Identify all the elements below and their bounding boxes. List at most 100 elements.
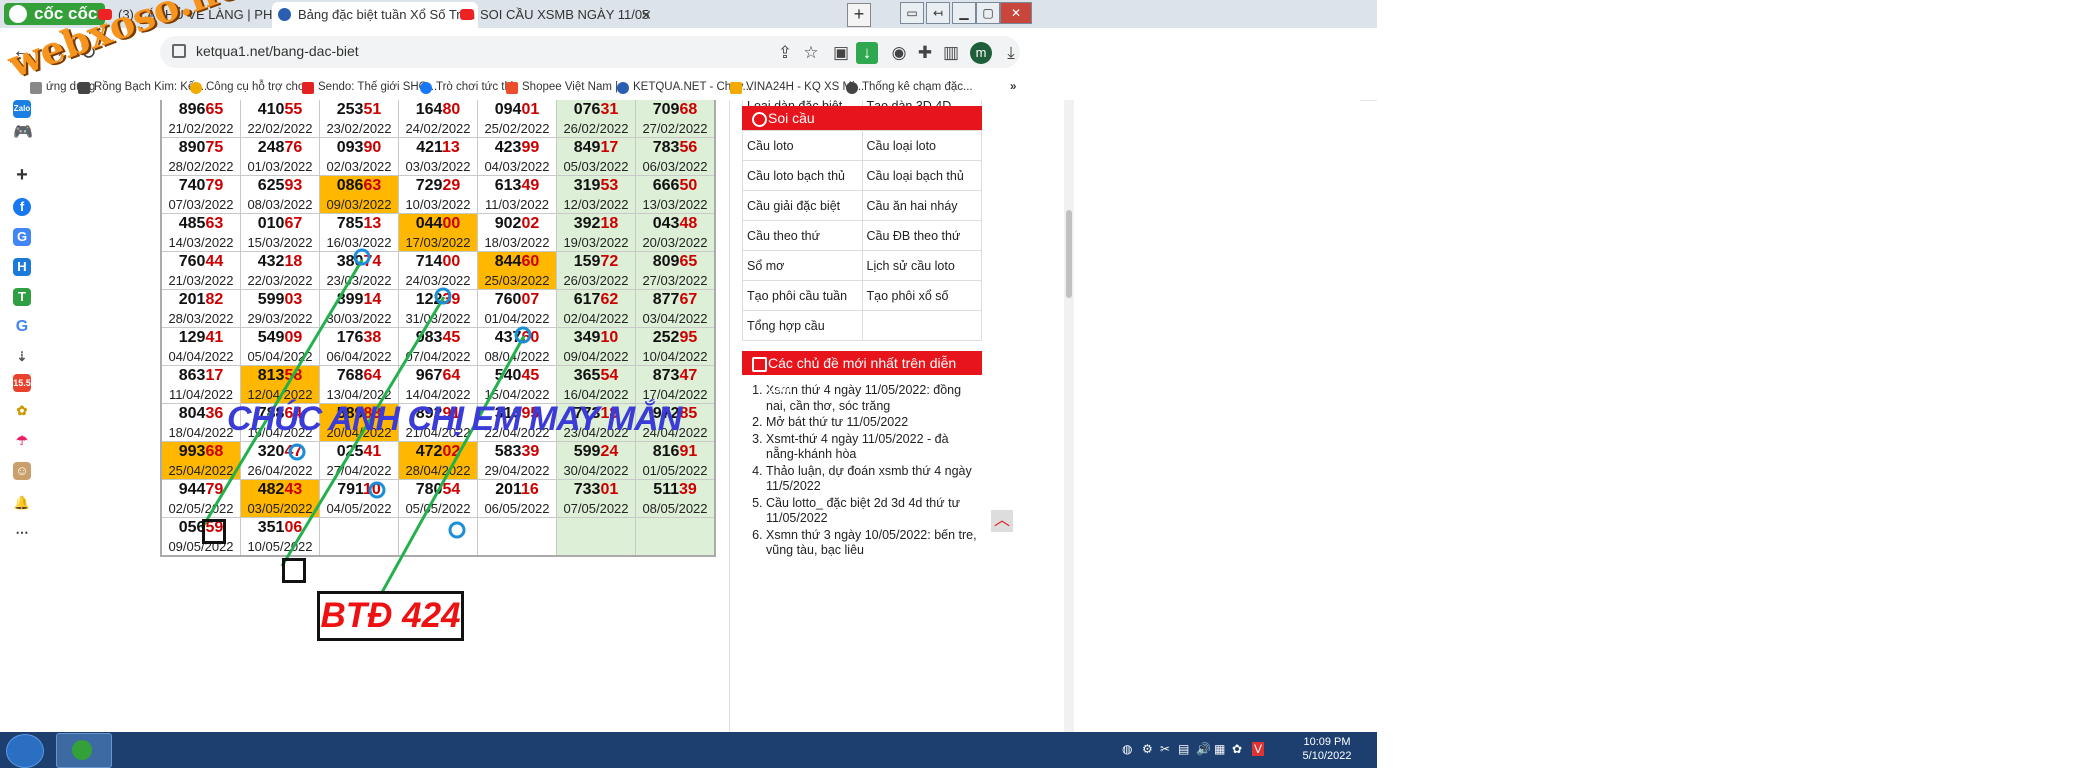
download-green-icon[interactable]: ↓ [856, 42, 878, 64]
google-icon[interactable]: G [13, 318, 31, 336]
maximize-button[interactable]: ▢ [976, 2, 1000, 24]
google-translate-icon[interactable]: G [13, 228, 31, 246]
lock-icon [172, 44, 186, 58]
bookmark-item[interactable]: Shopee Việt Nam |... [506, 81, 628, 94]
soi-cau-link[interactable]: Cầu theo thứ [742, 220, 863, 251]
page-scrollbar[interactable] [1064, 100, 1074, 732]
ketqua-net-icon [617, 82, 629, 94]
coccoc-taskbar-icon [72, 740, 92, 760]
forum-topic-link[interactable]: Xsmn thứ 3 ngày 10/05/2022: bến tre, vũn… [766, 528, 982, 559]
soi-cau-link[interactable]: Tổng hợp cầu [742, 310, 863, 341]
lotus-icon[interactable]: ✿ [13, 402, 31, 420]
forum-topic-link[interactable]: Cầu lotto_ đặc biệt 2d 3d 4d thứ tư 11/0… [766, 496, 982, 527]
taskbar-coccoc-app[interactable] [56, 733, 112, 768]
prediction-text: BTĐ 424 [320, 596, 461, 635]
bookmark-item[interactable]: Công cụ hỗ trợ cho... [190, 81, 314, 94]
coccoc-support-icon [190, 82, 202, 94]
tab-title: SOI CẦU XSMB NGÀY 11/05 [480, 7, 650, 22]
facebook-icon [420, 82, 432, 94]
forum-topic-link[interactable]: Mở bát thứ tư 11/05/2022 [766, 415, 982, 431]
back-to-top-button[interactable]: ︿ [991, 510, 1013, 532]
soi-cau-link[interactable]: Cầu giải đặc biệt [742, 190, 863, 221]
soi-cau-link[interactable]: Tạo phôi xổ số [861, 280, 982, 311]
tab-bang-dac-biet[interactable]: Bảng đặc biệt tuần Xổ Số Trun ✕ [272, 2, 478, 28]
tray-app-icon[interactable]: ⚙ [1142, 742, 1153, 756]
bookmark-item[interactable]: Trò chơi tức thì [420, 81, 514, 94]
zalo-icon[interactable]: Zalo [13, 100, 31, 118]
network-icon[interactable]: ◍ [1122, 742, 1132, 756]
bookmark-item[interactable]: Rồng Bạch Kim: Kết... [78, 81, 207, 94]
tab-title: Bảng đặc biệt tuần Xổ Số Trun [298, 7, 476, 22]
soi-cau-link[interactable]: Cầu loto bạch thủ [742, 160, 863, 191]
t-app-icon[interactable]: T [13, 288, 31, 306]
bookmark-item[interactable]: VINA24H - KQ XS Mi... [730, 81, 864, 94]
apps-icon [30, 82, 42, 94]
scrollbar-thumb[interactable] [1066, 210, 1072, 298]
soi-cau-header: Soi cầu [742, 106, 982, 130]
share-icon[interactable]: ⇪ [774, 42, 796, 64]
clock-date: 5/10/2022 [1302, 750, 1352, 762]
h-app-icon[interactable]: H [13, 258, 31, 276]
windows-start-button[interactable] [6, 734, 44, 768]
browser-side-panel: Zalo 🎮 + f G H T G ⇣ 15.5 ✿ ☂ ☺ 🔔 ⋯ [0, 100, 43, 732]
tray-monitor-icon[interactable]: ▤ [1178, 742, 1189, 756]
tray-network-icon[interactable]: ▦ [1214, 742, 1225, 756]
green-bridge-line [378, 335, 526, 597]
close-window-button[interactable]: ✕ [1000, 2, 1032, 24]
clock-time: 10:09 PM [1303, 736, 1351, 748]
bookmark-item[interactable]: Sendo: Thế giới SHO... [302, 81, 437, 94]
add-app-icon[interactable]: + [13, 165, 31, 185]
puzzle-extension-icon[interactable]: ✚ [914, 42, 936, 64]
forum-topic-link[interactable]: Xsmt-thứ 4 ngày 11/05/2022 - đà nẵng-khá… [766, 432, 982, 463]
more-options-icon[interactable]: ⋯ [13, 524, 31, 542]
thongke-icon [846, 82, 858, 94]
game-controller-icon[interactable]: 🎮 [13, 124, 33, 142]
bookmark-star-icon[interactable]: ☆ [800, 42, 822, 64]
facebook-side-icon[interactable]: f [13, 198, 31, 216]
download-side-icon[interactable]: ⇣ [13, 348, 31, 366]
notification-bell-icon[interactable]: 🔔 [13, 494, 31, 512]
bookmark-item[interactable]: Thống kê chạm đặc... [846, 81, 973, 94]
soi-cau-link[interactable]: Cầu ĐB theo thứ [861, 220, 982, 251]
forum-topic-link[interactable]: Xsmn thứ 4 ngày 11/05/2022: đồng nai, cầ… [766, 383, 982, 414]
profile-avatar[interactable]: m [970, 42, 992, 64]
screenshot-tool-button[interactable]: ▭ [900, 2, 924, 24]
tray-tools-icon[interactable]: ✂ [1160, 742, 1170, 756]
tray-v-icon[interactable]: V [1252, 742, 1264, 756]
extension-counter-icon[interactable]: ▣ [830, 42, 852, 64]
soi-cau-link[interactable]: Tạo phôi cầu tuần [742, 280, 863, 311]
bookmarks-overflow-button[interactable]: » [1010, 81, 1016, 93]
youtube-icon [460, 9, 474, 20]
shopee-side-icon[interactable]: 15.5 [13, 374, 31, 392]
tray-app2-icon[interactable]: ✿ [1232, 742, 1242, 756]
forum-topics-list: Xsmn thứ 4 ngày 11/05/2022: đồng nai, cầ… [742, 383, 982, 559]
new-tab-button[interactable]: + [847, 3, 871, 27]
sidebar-panel-icon[interactable]: ▥ [940, 42, 962, 64]
soi-cau-link[interactable]: Cầu ăn hai nháy [861, 190, 982, 221]
taskbar-clock[interactable]: 10:09 PM 5/10/2022 [1300, 735, 1354, 763]
forum-topic-link[interactable]: Thảo luận, dự đoán xsmb thứ 4 ngày 11/5/… [766, 464, 982, 495]
soi-cau-link [861, 310, 982, 341]
avatar-side-icon[interactable]: ☺ [13, 462, 31, 480]
highlight-circle [448, 521, 466, 539]
forum-topics-panel: Các chủ đề mới nhất trên diễn đàn Xsmn t… [742, 351, 982, 560]
url-text: ketqua1.net/bang-dac-biet [196, 43, 359, 59]
screenshot: cốc cốc (3) CÁCHỦ VỀ LÀNG | PHIM ✕ Bảng … [0, 0, 1377, 768]
soi-cau-link[interactable]: Lịch sử cầu loto [861, 250, 982, 281]
shopee-icon [506, 82, 518, 94]
soi-cau-link[interactable]: Cầu loto [742, 130, 863, 161]
downloads-icon[interactable]: ⤓ [1000, 42, 1022, 64]
soi-cau-link[interactable]: Cầu loại bạch thủ [861, 160, 982, 191]
volume-icon[interactable]: 🔊 [1196, 742, 1211, 756]
soi-cau-link[interactable]: Cầu loại loto [861, 130, 982, 161]
windows-taskbar: ◍ ⚙ ✂ ▤ 🔊 ▦ ✿ V 10:09 PM 5/10/2022 [0, 732, 1377, 768]
chrome-icon[interactable]: ◉ [888, 42, 910, 64]
minimize-button[interactable]: ▁ [952, 2, 976, 24]
umbrella-icon[interactable]: ☂ [13, 432, 31, 450]
tab-soi-cau-xsmb[interactable]: SOI CẦU XSMB NGÀY 11/05 ✕ [454, 2, 658, 28]
address-bar: ← → ↻ ketqua1.net/bang-dac-biet ⇪ ☆ ▣ ↓ … [0, 28, 1377, 79]
prediction-box: BTĐ 424 [317, 591, 464, 641]
back-panel-button[interactable]: ↤ [926, 2, 950, 24]
close-icon[interactable]: ✕ [640, 2, 652, 28]
soi-cau-link[interactable]: Sổ mơ [742, 250, 863, 281]
